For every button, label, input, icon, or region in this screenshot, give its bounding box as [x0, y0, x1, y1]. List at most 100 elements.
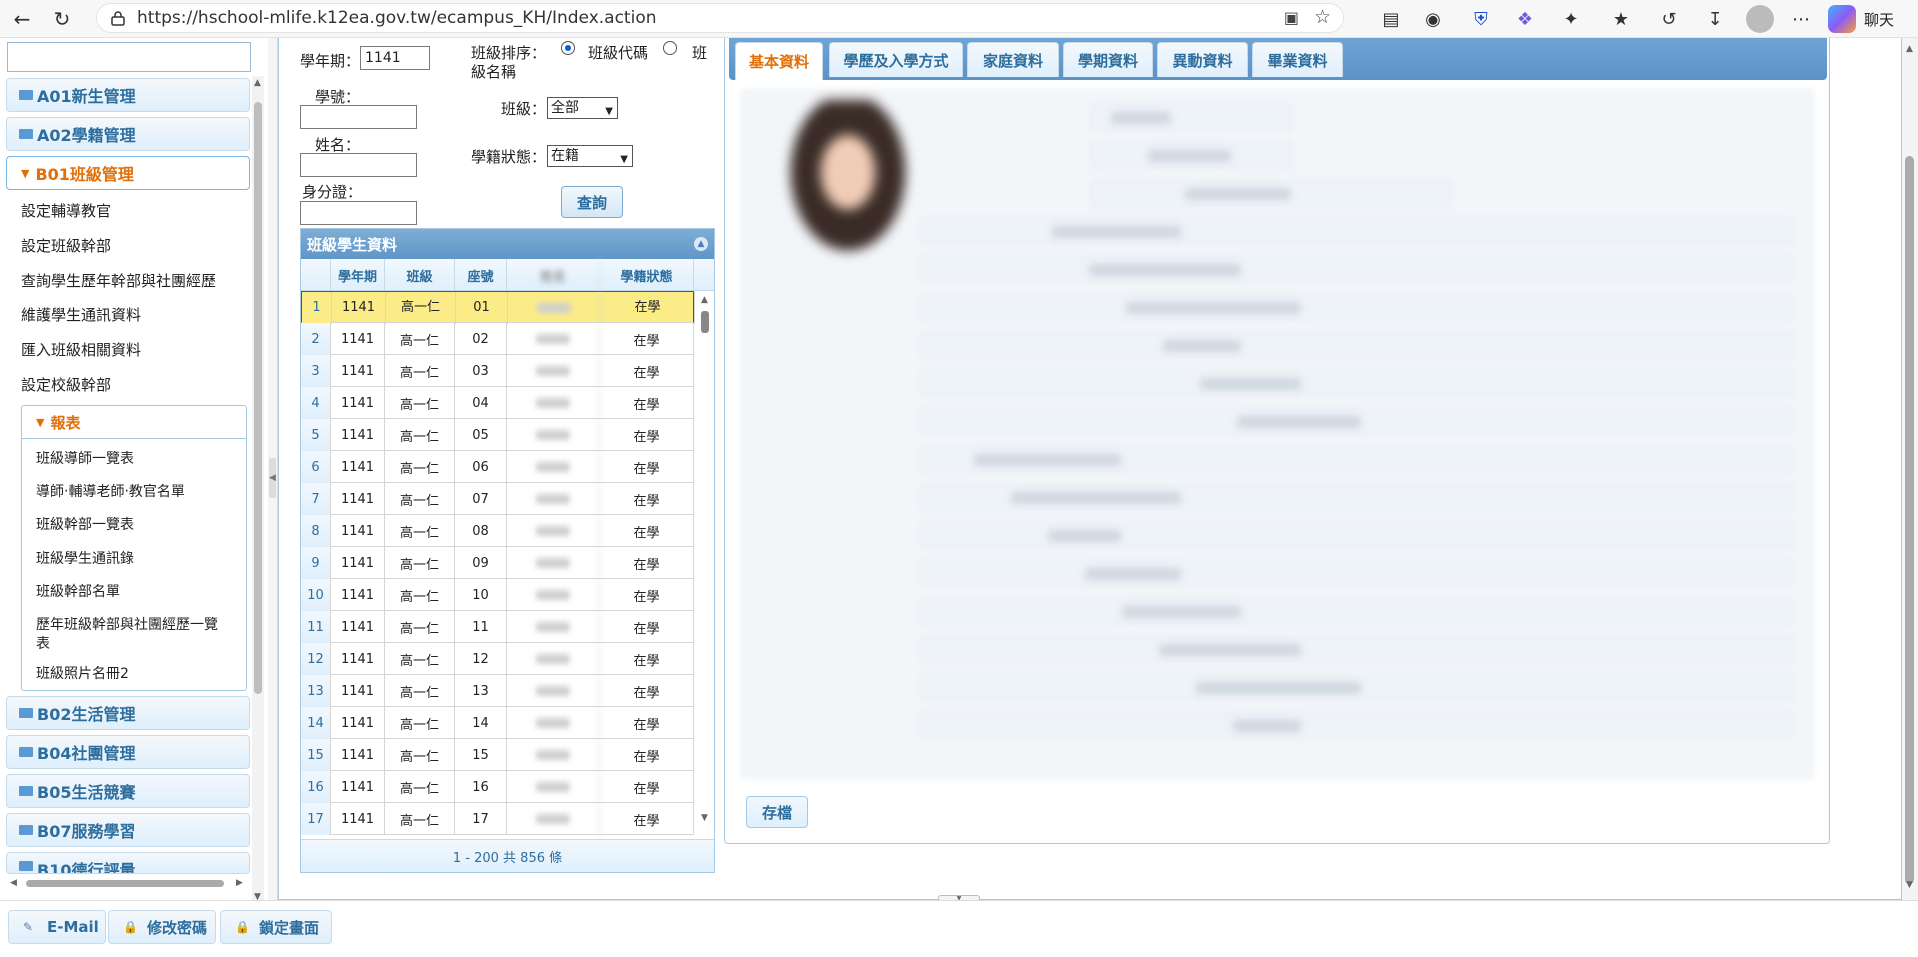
- menu-section-b04[interactable]: B04社團管理: [6, 735, 250, 769]
- table-row[interactable]: 3 1141 高一仁 03 在學: [301, 355, 694, 387]
- back-icon[interactable]: ←: [8, 5, 36, 33]
- menu-item[interactable]: 設定班級幹部: [21, 235, 111, 256]
- name-input[interactable]: [300, 153, 417, 177]
- table-row[interactable]: 6 1141 高一仁 06 在學: [301, 451, 694, 483]
- tab-graduation[interactable]: 畢業資料: [1252, 42, 1343, 77]
- menu-item[interactable]: 查詢學生歷年幹部與社團經歷: [21, 270, 216, 291]
- menu-search-input[interactable]: [7, 42, 251, 72]
- column-header[interactable]: 座號: [455, 259, 507, 291]
- column-header[interactable]: 學籍狀態: [600, 259, 694, 291]
- table-row[interactable]: 8 1141 高一仁 08 在學: [301, 515, 694, 547]
- lock-screen-button[interactable]: 🔒 鎖定畫面: [220, 910, 332, 944]
- favorite-star-icon[interactable]: ☆: [1314, 6, 1331, 28]
- reload-icon[interactable]: ↻: [48, 5, 76, 33]
- scroll-right-icon[interactable]: ▶: [236, 878, 243, 888]
- report-item[interactable]: 歷年班級幹部與社團經歷一覽: [36, 614, 218, 634]
- id-input[interactable]: [300, 201, 417, 225]
- menu-item[interactable]: 維護學生通訊資料: [21, 304, 141, 325]
- menu-section-b05[interactable]: B05生活競賽: [6, 774, 250, 808]
- scroll-up-icon[interactable]: ▲: [701, 295, 708, 305]
- column-header[interactable]: 班級: [385, 259, 455, 291]
- menu-section-a02[interactable]: A02學籍管理: [6, 117, 250, 151]
- query-button[interactable]: 查詢: [561, 186, 623, 218]
- menu-section-b02[interactable]: B02生活管理: [6, 696, 250, 730]
- scroll-down-icon[interactable]: ▼: [701, 813, 708, 823]
- nav-horizontal-scrollbar[interactable]: ◀ ▶: [8, 876, 248, 890]
- tab-education[interactable]: 學歷及入學方式: [829, 42, 963, 77]
- report-item[interactable]: 班級學生通訊錄: [36, 548, 134, 568]
- pane-splitter[interactable]: ◀: [268, 38, 278, 900]
- report-item[interactable]: 班級幹部名單: [36, 581, 120, 601]
- blurred-text: [1122, 606, 1241, 618]
- table-cell: 12: [455, 643, 507, 675]
- more-menu-icon[interactable]: ⋯: [1788, 6, 1814, 32]
- report-item[interactable]: 導師‧輔導老師‧教官名單: [36, 481, 185, 501]
- tab-family[interactable]: 家庭資料: [967, 42, 1059, 77]
- report-item[interactable]: 班級導師一覽表: [36, 448, 134, 468]
- menu-section-b07[interactable]: B07服務學習: [6, 813, 250, 847]
- history-icon[interactable]: ↺: [1656, 6, 1682, 32]
- table-row[interactable]: 7 1141 高一仁 07 在學: [301, 483, 694, 515]
- nav-vertical-scrollbar[interactable]: ▲ ▼: [252, 76, 264, 902]
- report-submenu-header[interactable]: ▼ 報表: [22, 406, 246, 439]
- grid-caption-text: 班級學生資料: [307, 235, 398, 254]
- blurred-text: [1126, 302, 1301, 314]
- table-row[interactable]: 11 1141 高一仁 11 在學: [301, 611, 694, 643]
- collapse-left-icon[interactable]: ◀: [269, 458, 276, 498]
- address-bar[interactable]: https://hschool-mlife.k12ea.gov.tw/ecamp…: [96, 3, 1344, 33]
- sort-by-code-radio[interactable]: [561, 41, 575, 55]
- tab-changes[interactable]: 異動資料: [1157, 42, 1248, 77]
- menu-section-a01[interactable]: A01新生管理: [6, 78, 250, 112]
- menu-item[interactable]: 匯入班級相關資料: [21, 339, 141, 360]
- student-no-input[interactable]: [300, 105, 417, 129]
- status-select[interactable]: 在籍 ▼: [547, 145, 633, 167]
- class-select[interactable]: 全部 ▼: [547, 97, 618, 119]
- column-header[interactable]: 學年期: [331, 259, 385, 291]
- scroll-up-icon[interactable]: ▲: [254, 78, 261, 88]
- download-icon[interactable]: ↧: [1702, 6, 1728, 32]
- menu-item[interactable]: 設定校級幹部: [21, 374, 111, 395]
- table-cell: 1141: [331, 387, 385, 419]
- menu-item[interactable]: 設定輔導教官: [21, 200, 111, 221]
- table-row[interactable]: 17 1141 高一仁 17 在學: [301, 803, 694, 835]
- eye-icon[interactable]: ◉: [1420, 6, 1446, 32]
- table-row[interactable]: 2 1141 高一仁 02 在學: [301, 323, 694, 355]
- reader-icon[interactable]: ▣: [1284, 8, 1299, 27]
- table-row[interactable]: 16 1141 高一仁 16 在學: [301, 771, 694, 803]
- table-row[interactable]: 14 1141 高一仁 14 在學: [301, 707, 694, 739]
- menu-section-b10[interactable]: B10德行評量: [6, 852, 250, 874]
- save-button[interactable]: 存檔: [746, 796, 808, 828]
- favorites-icon[interactable]: ★: [1608, 6, 1634, 32]
- collapse-grid-icon[interactable]: ▲: [694, 237, 708, 251]
- table-row[interactable]: 4 1141 高一仁 04 在學: [301, 387, 694, 419]
- email-button[interactable]: ✎ E-Mail: [8, 910, 106, 944]
- table-row[interactable]: 15 1141 高一仁 15 在學: [301, 739, 694, 771]
- profile-avatar-icon[interactable]: [1746, 5, 1774, 33]
- table-row[interactable]: 13 1141 高一仁 13 在學: [301, 675, 694, 707]
- copilot-app-icon[interactable]: ❖: [1512, 6, 1538, 32]
- tab-term[interactable]: 學期資料: [1063, 42, 1153, 77]
- report-item[interactable]: 班級照片名冊2: [36, 663, 129, 683]
- table-row[interactable]: 5 1141 高一仁 05 在學: [301, 419, 694, 451]
- column-header[interactable]: 姓名: [507, 259, 600, 291]
- main-vertical-scrollbar[interactable]: ▲ ▼: [1902, 38, 1918, 900]
- table-row[interactable]: 10 1141 高一仁 10 在學: [301, 579, 694, 611]
- scroll-down-icon[interactable]: ▼: [1906, 880, 1913, 890]
- menu-section-b01[interactable]: ▼ B01班級管理: [6, 156, 250, 190]
- scroll-left-icon[interactable]: ◀: [10, 878, 17, 888]
- shield-icon[interactable]: ⛨: [1468, 6, 1494, 32]
- extensions-icon[interactable]: ✦: [1558, 6, 1584, 32]
- scroll-up-icon[interactable]: ▲: [1906, 44, 1913, 54]
- table-row[interactable]: 9 1141 高一仁 09 在學: [301, 547, 694, 579]
- change-password-button[interactable]: 🔒 修改密碼: [108, 910, 216, 944]
- term-input[interactable]: 1141: [360, 46, 430, 70]
- table-row[interactable]: 12 1141 高一仁 12 在學: [301, 643, 694, 675]
- tab-basic[interactable]: 基本資料: [735, 42, 823, 80]
- grid-scrollbar[interactable]: ▲ ▼: [698, 293, 712, 833]
- report-item[interactable]: 班級幹部一覽表: [36, 514, 134, 534]
- extension-icon-1[interactable]: ▤: [1378, 6, 1404, 32]
- chat-button[interactable]: 聊天: [1828, 4, 1894, 34]
- name-cell-blurred: [507, 547, 600, 579]
- sort-by-name-radio[interactable]: [663, 41, 677, 55]
- table-row[interactable]: 1 1141 高一仁 01 在學: [301, 291, 695, 324]
